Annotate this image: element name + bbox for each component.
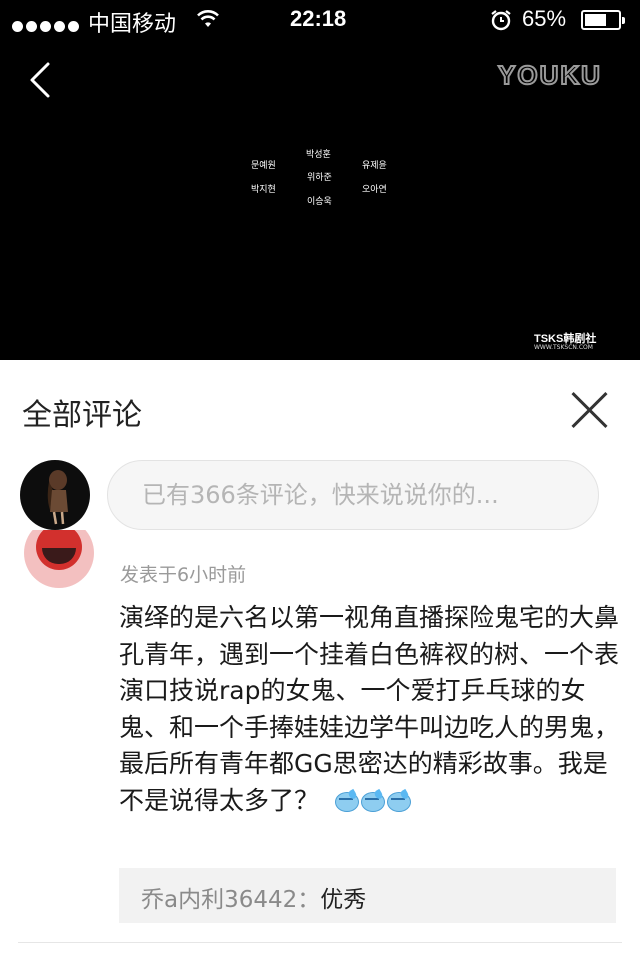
reply-user-name[interactable]: 乔a内利36442: [141, 887, 297, 913]
video-player[interactable]: 中国移动 22:18 65% YOUKU 박성훈 문예원 유제윤 위하준 박지현…: [0, 0, 640, 360]
wifi-icon: [197, 10, 219, 27]
comment-input[interactable]: [142, 461, 582, 529]
sweat-emoji-icon: [335, 788, 360, 812]
signal-dots-icon: [12, 13, 82, 38]
battery-percentage: 65%: [522, 6, 567, 31]
comment-body: 演绎的是六名以第一视角直播探险鬼宅的大鼻孔青年，遇到一个挂着白色裤衩的树、一个表…: [119, 600, 619, 819]
back-chevron-icon[interactable]: [24, 60, 64, 100]
avatar-figure-icon: [47, 470, 68, 525]
comment-text: 演绎的是六名以第一视角直播探险鬼宅的大鼻孔青年，遇到一个挂着白色裤衩的树、一个表…: [119, 603, 620, 815]
close-icon[interactable]: [568, 388, 612, 432]
reply-separator: ：: [297, 887, 321, 913]
comments-header: 全部评论: [0, 360, 640, 460]
alarm-icon: [491, 10, 511, 31]
watermark-url: WWW.TSKSCN.COM: [534, 344, 593, 351]
credit-name: 오아연: [362, 185, 387, 195]
status-bar: 中国移动 22:18 65%: [0, 0, 640, 40]
credit-name: 박지현: [251, 185, 276, 195]
reply-text: 优秀: [320, 887, 367, 913]
divider: [18, 942, 622, 943]
clock-time: 22:18: [290, 6, 347, 31]
carrier-name: 中国移动: [88, 12, 177, 37]
comment-input-box[interactable]: [107, 460, 599, 530]
commenter-avatar[interactable]: [24, 530, 94, 590]
credit-name: 유제윤: [362, 161, 387, 171]
credit-name: 문예원: [251, 161, 276, 171]
sweat-emoji-icon: [387, 788, 412, 812]
battery-icon: [581, 10, 625, 30]
user-avatar[interactable]: [20, 460, 90, 530]
credit-name: 박성훈: [306, 150, 331, 160]
sweat-emoji-icon: [361, 788, 386, 812]
credit-name: 위하준: [307, 173, 332, 183]
credit-name: 이승욱: [307, 197, 332, 207]
comment-timestamp: 发表于6小时前: [120, 564, 247, 586]
youku-logo: YOUKU: [497, 59, 602, 91]
reply-user[interactable]: 乔a内利36442：优秀: [141, 880, 366, 914]
reply-box[interactable]: 乔a内利36442：优秀: [119, 868, 616, 923]
comments-title: 全部评论: [22, 398, 142, 433]
